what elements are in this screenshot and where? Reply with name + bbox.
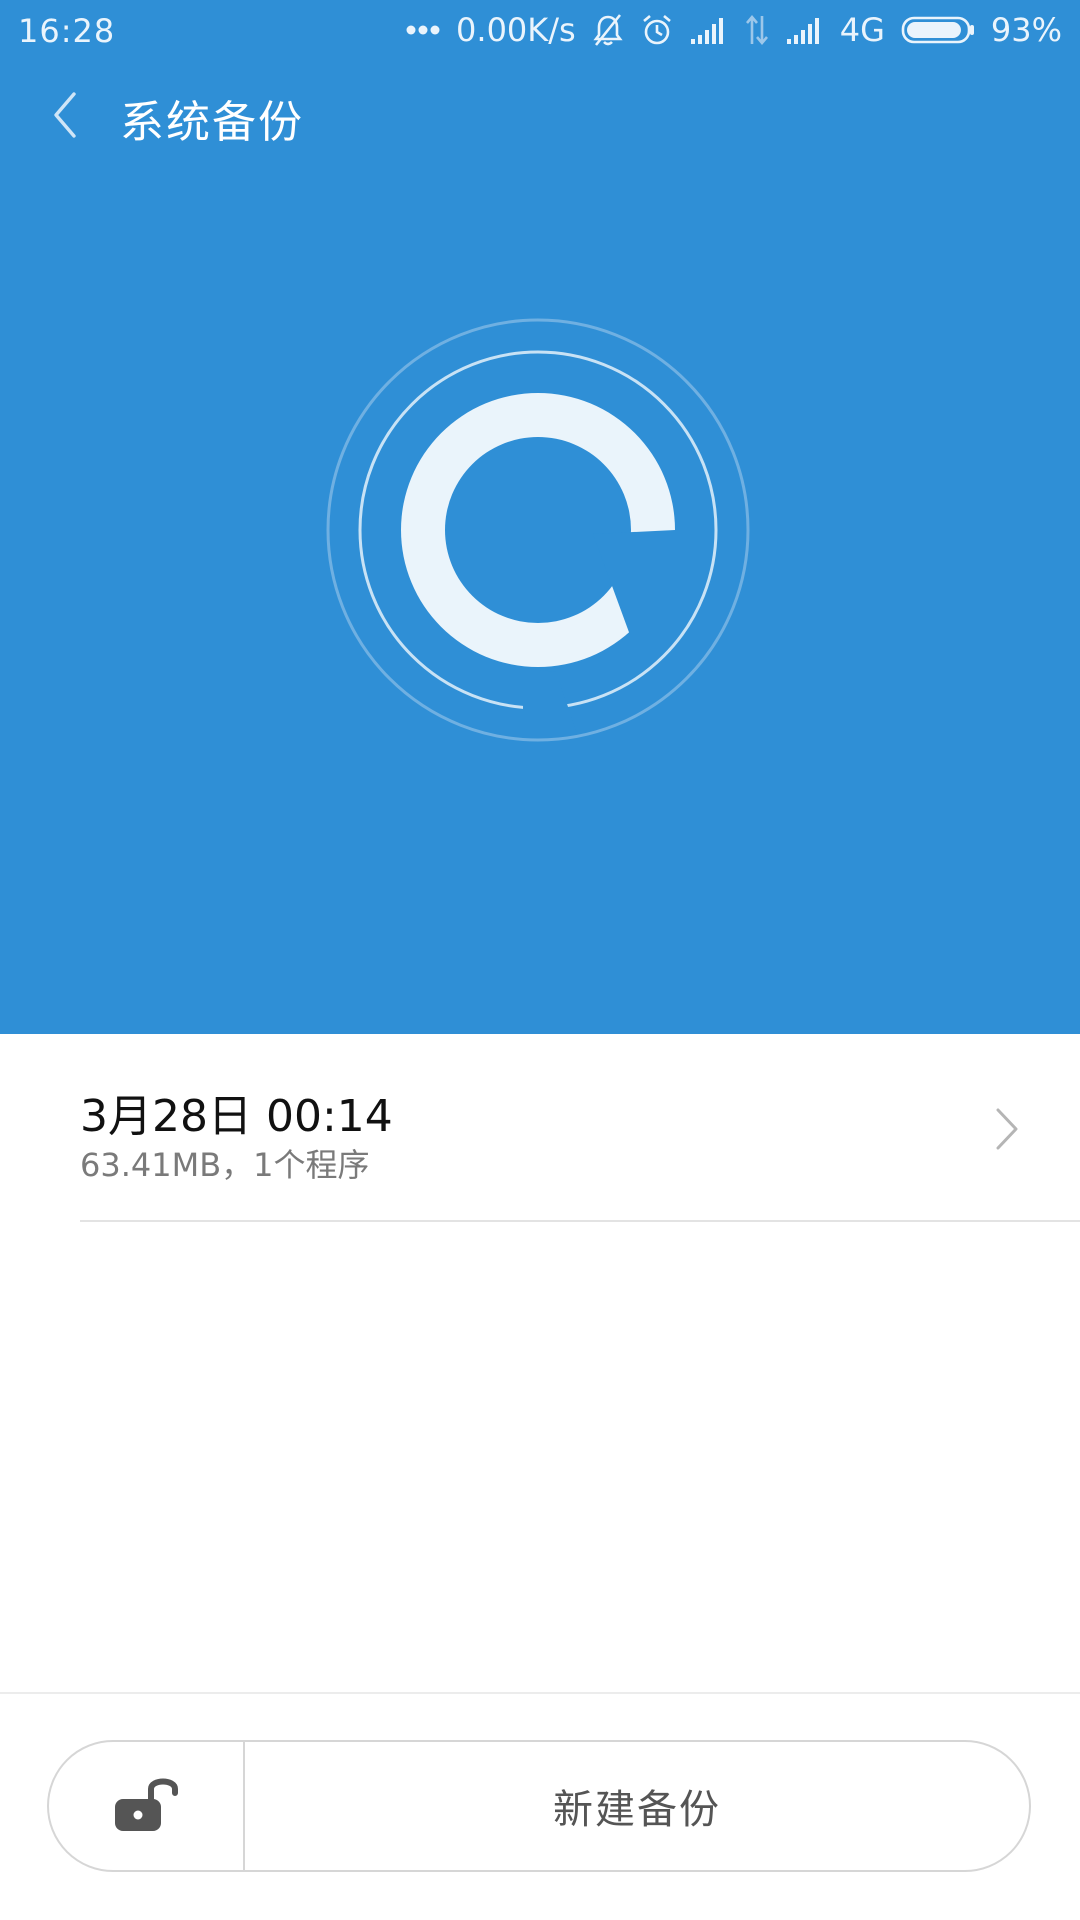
backup-date: 3月28日 00:14 [80,1091,393,1142]
data-transfer-icon [744,14,770,46]
more-dots-icon [406,24,440,36]
status-time: 16:28 [18,12,116,50]
signal-icon [690,15,728,45]
screen: 16:28 0.00K/s 4G 93% 系统备份 3月28日 00:14 63… [0,0,1080,1920]
bell-muted-icon [592,13,624,47]
network-type: 4G [839,11,885,49]
new-backup-button[interactable]: 新建备份 [245,1742,1029,1870]
backup-details: 63.41MB，1个程序 [80,1146,370,1184]
status-bar: 16:28 0.00K/s 4G 93% [0,0,1080,62]
battery-percent: 93% [990,11,1062,49]
title-bar: 系统备份 [0,62,1080,172]
bottom-action-bar: 新建备份 [47,1740,1031,1872]
lock-button[interactable] [49,1742,243,1870]
bottom-divider [0,1692,1080,1694]
status-icons: 0.00K/s 4G 93% [406,10,1062,50]
back-button[interactable] [30,82,100,152]
backup-restore-logo-icon [318,310,758,750]
net-speed: 0.00K/s [456,11,576,49]
chevron-right-icon [992,1106,1022,1152]
unlock-icon [111,1773,181,1839]
signal-icon [786,15,824,45]
alarm-icon [640,13,674,47]
page-title: 系统备份 [120,97,304,148]
chevron-left-icon [50,90,80,144]
hero-banner: 16:28 0.00K/s 4G 93% 系统备份 [0,0,1080,1034]
list-divider [80,1220,1080,1222]
backup-list-item[interactable]: 3月28日 00:14 63.41MB，1个程序 [0,1034,1080,1222]
battery-icon [901,15,975,45]
backup-list: 3月28日 00:14 63.41MB，1个程序 [0,1034,1080,1222]
